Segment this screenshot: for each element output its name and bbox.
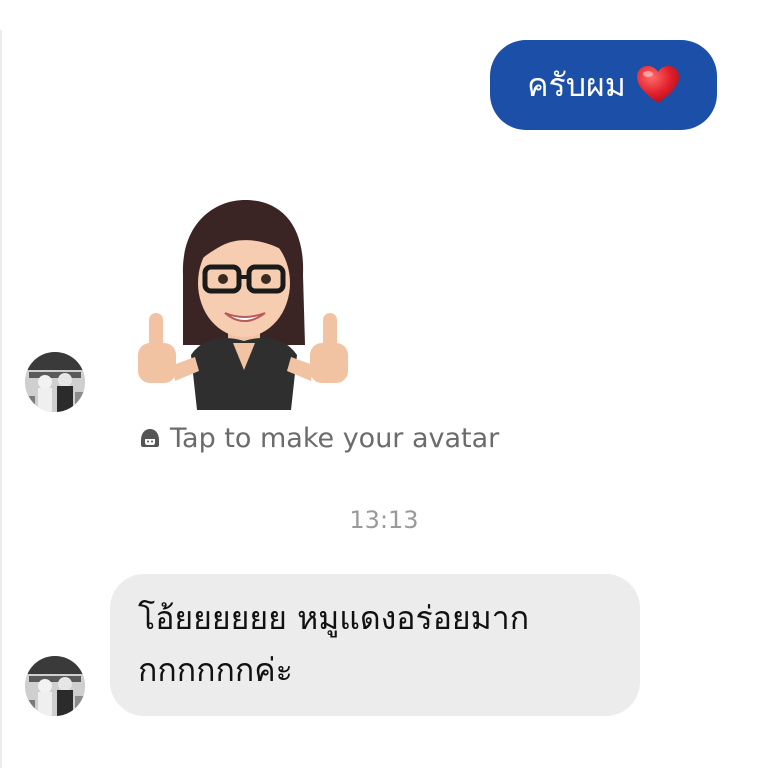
received-message-line-1: โอ้ยยยยยย หมูแดงอร่อยมาก bbox=[138, 599, 530, 637]
left-edge-divider bbox=[0, 30, 2, 768]
heart-icon bbox=[636, 65, 680, 105]
sent-message-bubble[interactable]: ครับผม bbox=[490, 40, 717, 130]
contact-avatar[interactable] bbox=[25, 352, 85, 412]
make-avatar-label: Tap to make your avatar bbox=[170, 422, 500, 454]
received-message-bubble[interactable]: โอ้ยยยยยย หมูแดงอร่อยมาก กกกกกกค่ะ bbox=[110, 574, 640, 716]
contact-avatar[interactable] bbox=[25, 656, 85, 716]
avatar-thumbs-up-sticker[interactable] bbox=[133, 195, 353, 410]
message-timestamp: 13:13 bbox=[349, 506, 419, 534]
avatar-face-icon bbox=[138, 426, 162, 450]
make-avatar-link[interactable]: Tap to make your avatar bbox=[138, 420, 499, 456]
sent-message-text: ครับผม bbox=[527, 65, 626, 104]
received-message-line-2: กกกกกกค่ะ bbox=[138, 651, 293, 689]
